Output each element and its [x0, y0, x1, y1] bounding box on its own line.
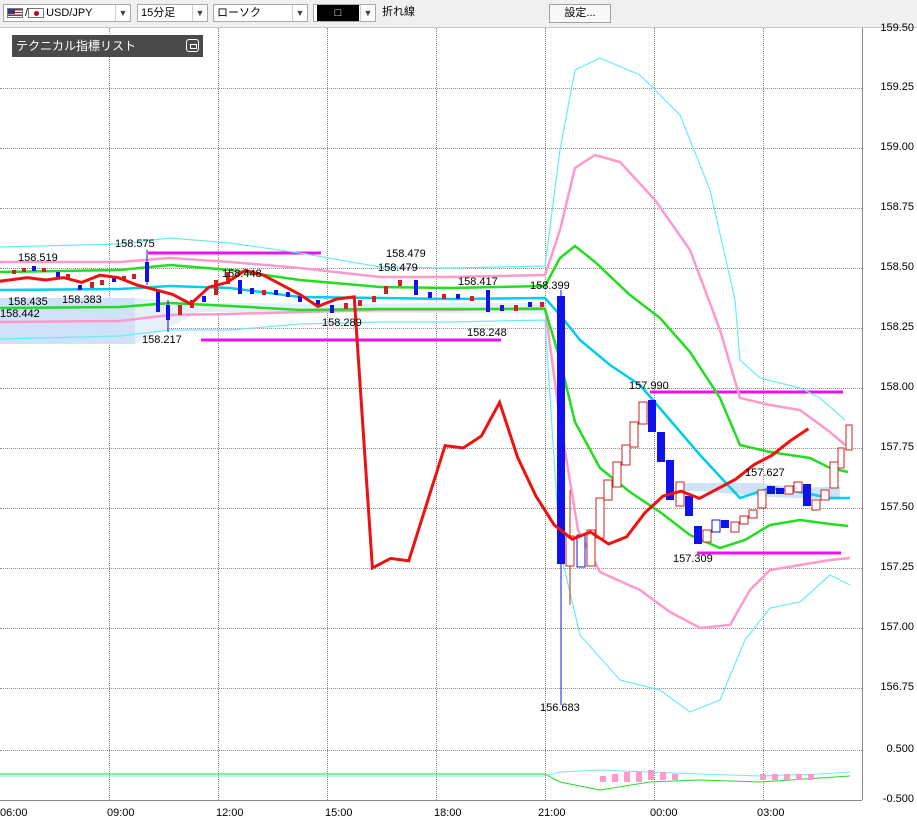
price-label: 158.417	[458, 276, 498, 288]
panel-title: テクニカル指標リスト	[16, 39, 137, 53]
price-label: 157.990	[629, 380, 669, 392]
y-tick: 0.500	[886, 743, 914, 755]
price-label: 158.519	[18, 252, 58, 264]
bollinger-inner-lower	[0, 306, 851, 630]
y-tick: -0.500	[882, 793, 914, 805]
y-tick: 159.25	[880, 81, 914, 93]
price-label: 158.289	[322, 317, 362, 329]
price-label: 158.442	[0, 308, 40, 320]
x-tick: 03:00	[757, 807, 785, 819]
price-label: 158.479	[378, 262, 418, 274]
y-tick: 159.50	[880, 22, 914, 34]
x-tick: 00:00	[650, 807, 678, 819]
price-label: 157.627	[745, 467, 785, 479]
x-tick: 09:00	[107, 807, 135, 819]
restore-icon[interactable]	[186, 39, 199, 52]
oscillator-line-2	[0, 769, 851, 777]
y-tick: 156.75	[880, 681, 914, 693]
y-tick: 158.50	[880, 261, 914, 273]
x-tick: 06:00	[0, 807, 28, 819]
chart-canvas	[0, 57, 853, 791]
x-tick: 12:00	[216, 807, 244, 819]
time-axis[interactable]: 06:00 09:00 12:00 15:00 18:00 21:00 00:0…	[0, 800, 862, 829]
price-label: 156.683	[540, 702, 580, 714]
price-label: 158.575	[115, 238, 155, 250]
price-axis[interactable]: 159.50 159.25 159.00 158.75 158.50 158.2…	[862, 22, 917, 805]
price-label: 158.479	[386, 248, 426, 260]
price-label: 158.383	[62, 294, 102, 306]
x-tick: 21:00	[538, 807, 566, 819]
price-label: 157.309	[673, 553, 713, 565]
x-tick: 15:00	[325, 807, 353, 819]
price-label: 158.217	[142, 334, 182, 346]
y-tick: 157.00	[880, 621, 914, 633]
y-tick: 158.25	[880, 321, 914, 333]
price-label: 158.399	[530, 280, 570, 292]
price-label: 158.448	[222, 268, 262, 280]
y-tick: 157.50	[880, 501, 914, 513]
y-tick: 157.25	[880, 561, 914, 573]
technical-indicator-list-panel[interactable]: テクニカル指標リスト	[12, 35, 203, 57]
price-label: 158.435	[8, 296, 48, 308]
y-tick: 157.75	[880, 441, 914, 453]
x-tick: 18:00	[434, 807, 462, 819]
bollinger-outer-lower	[0, 319, 851, 713]
y-tick: 158.00	[880, 381, 914, 393]
candles-late-session	[557, 290, 853, 705]
y-tick: 158.75	[880, 201, 914, 213]
y-tick: 159.00	[880, 141, 914, 153]
price-label: 158.248	[467, 327, 507, 339]
